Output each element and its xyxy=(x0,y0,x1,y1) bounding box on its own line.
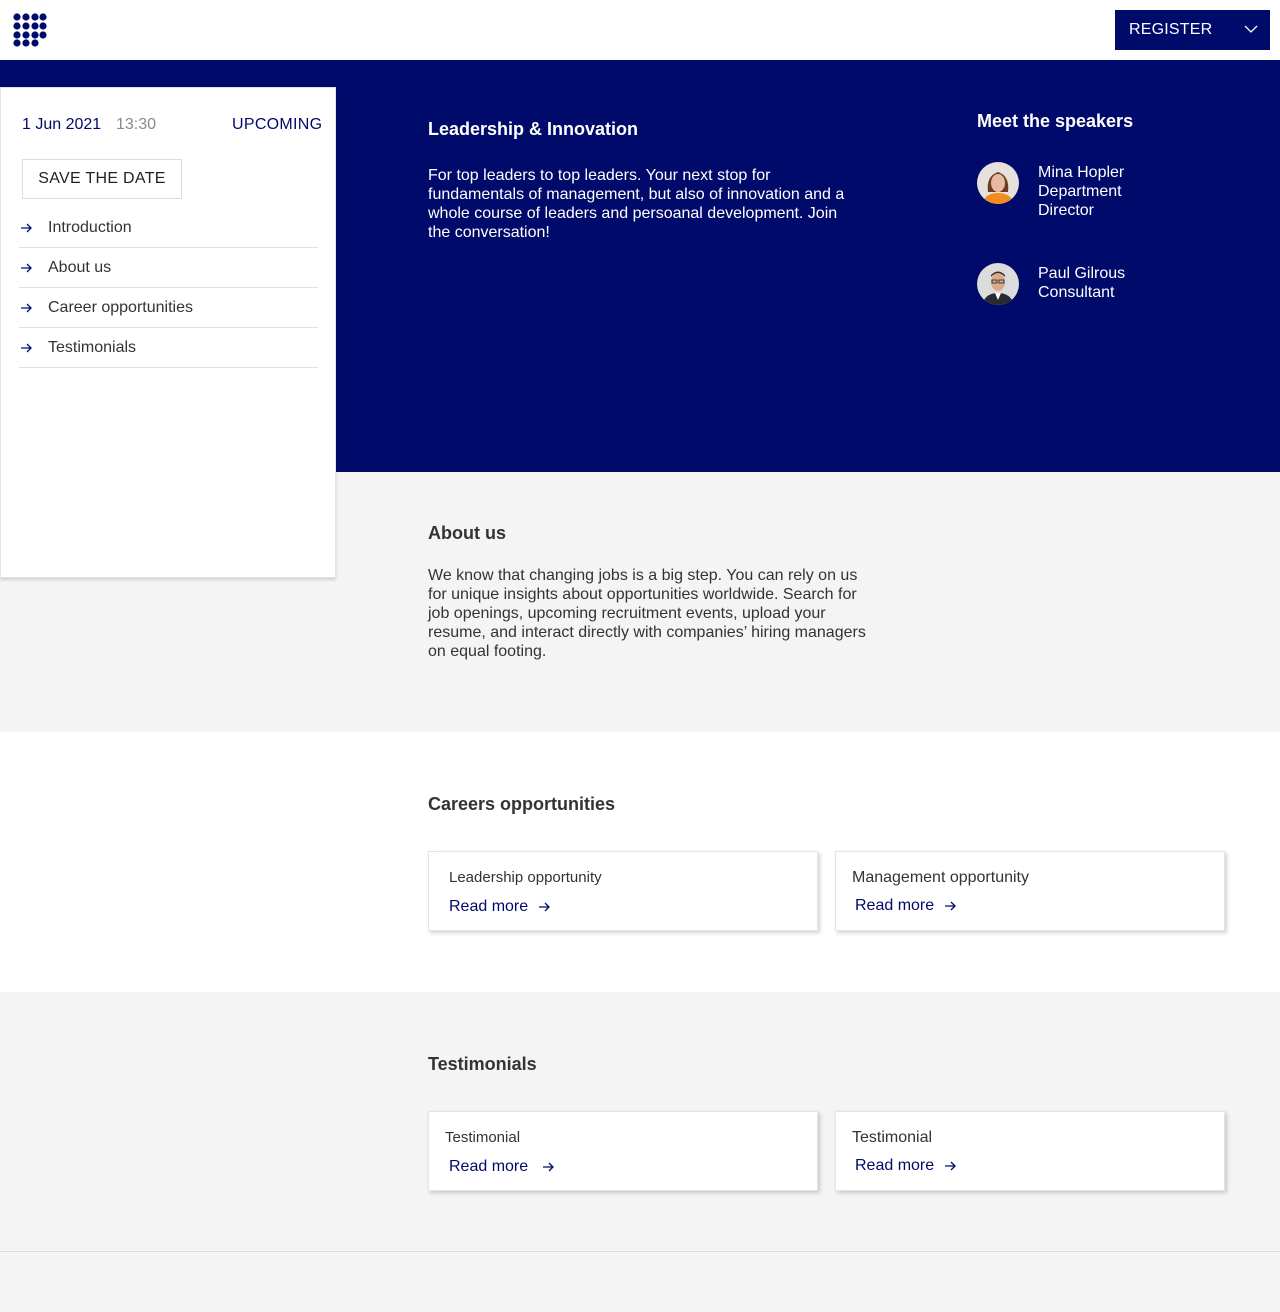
read-more-label: Read more xyxy=(855,897,935,914)
about-text: We know that changing jobs is a big step… xyxy=(428,567,866,660)
avatar xyxy=(977,263,1019,305)
hero-description: For top leaders to top leaders. Your nex… xyxy=(428,167,845,241)
nav-item-introduction[interactable]: Introduction xyxy=(19,208,318,248)
person-icon xyxy=(977,263,1019,305)
card-title: Management opportunity xyxy=(852,869,1029,886)
arrow-right-icon xyxy=(539,902,551,912)
arrow-right-icon xyxy=(543,1162,555,1172)
speaker-card[interactable]: Paul Gilrous Consultant xyxy=(977,263,1138,305)
speaker-name: Mina Hopler xyxy=(1038,164,1125,181)
person-icon xyxy=(977,162,1019,204)
section-title: About us xyxy=(428,523,506,543)
read-more-link[interactable]: Read more xyxy=(855,1157,957,1175)
chevron-down-icon xyxy=(1244,25,1258,33)
nav-item-label: Testimonials xyxy=(48,338,137,356)
arrow-right-icon xyxy=(21,303,32,312)
event-time: 13:30 xyxy=(116,116,157,133)
arrow-right-icon xyxy=(945,1161,957,1171)
nav-item-testimonials[interactable]: Testimonials xyxy=(19,328,318,368)
arrow-right-icon xyxy=(21,223,32,232)
careers-section: Careers opportunities Leadership opportu… xyxy=(0,732,1280,992)
event-card: 1 Jun 2021 13:30 UPCOMING SAVE THE DATE … xyxy=(0,87,336,578)
testimonials-section: Testimonials Testimonial Read more Testi… xyxy=(0,992,1280,1252)
speaker-card[interactable]: Mina Hopler Department Director xyxy=(977,162,1138,220)
read-more-label: Read more xyxy=(855,1157,935,1174)
card-title: Testimonial xyxy=(445,1129,521,1146)
register-button[interactable]: REGISTER xyxy=(1115,10,1270,50)
nav-item-career-opportunities[interactable]: Career opportunities xyxy=(19,288,318,328)
speaker-info: Paul Gilrous Consultant xyxy=(1038,264,1138,305)
speaker-role: Consultant xyxy=(1038,284,1115,301)
hero-title: Leadership & Innovation xyxy=(428,119,639,139)
register-label: REGISTER xyxy=(1129,21,1213,38)
arrow-right-icon xyxy=(21,343,32,352)
nav-item-label: Introduction xyxy=(48,218,132,236)
speakers-title: Meet the speakers xyxy=(977,111,1134,131)
arrow-right-icon xyxy=(21,263,32,272)
avatar xyxy=(977,162,1019,204)
speaker-role: Department Director xyxy=(1038,183,1122,219)
card-title: Testimonial xyxy=(852,1129,933,1146)
section-nav: Introduction About us Career opportuniti… xyxy=(19,208,318,368)
speaker-name: Paul Gilrous xyxy=(1038,265,1126,282)
testimonial-card: Testimonial Read more xyxy=(835,1111,1225,1191)
section-title: Careers opportunities xyxy=(428,794,616,814)
arrow-right-icon xyxy=(945,901,957,911)
logo-icon[interactable] xyxy=(13,13,47,47)
read-more-link[interactable]: Read more xyxy=(449,1158,555,1176)
section-title: Testimonials xyxy=(428,1054,537,1074)
read-more-link[interactable]: Read more xyxy=(855,897,957,915)
save-the-date-button[interactable]: SAVE THE DATE xyxy=(22,159,182,199)
career-card: Leadership opportunity Read more xyxy=(428,851,818,931)
testimonial-card: Testimonial Read more xyxy=(428,1111,818,1191)
career-card: Management opportunity Read more xyxy=(835,851,1225,931)
card-title: Leadership opportunity xyxy=(449,869,602,886)
nav-item-label: About us xyxy=(48,258,112,276)
nav-item-label: Career opportunities xyxy=(48,298,193,316)
status-badge: UPCOMING xyxy=(232,116,323,133)
read-more-link[interactable]: Read more xyxy=(449,898,551,916)
nav-item-about-us[interactable]: About us xyxy=(19,248,318,288)
speaker-info: Mina Hopler Department Director xyxy=(1038,163,1138,220)
read-more-label: Read more xyxy=(449,898,529,915)
top-bar: REGISTER xyxy=(0,0,1280,60)
event-date: 1 Jun 2021 xyxy=(22,116,102,133)
read-more-label: Read more xyxy=(449,1158,529,1175)
